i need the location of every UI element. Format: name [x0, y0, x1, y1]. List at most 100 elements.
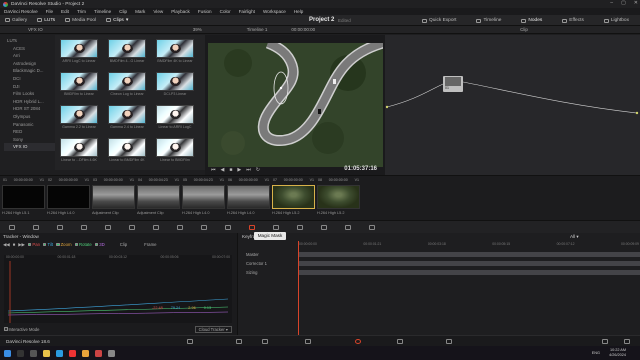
menu-item[interactable]: View [153, 9, 163, 14]
magic-mask-icon[interactable] [273, 224, 279, 230]
cut-page-icon[interactable] [236, 339, 242, 344]
lut-still[interactable]: Linear to ARRI LogC [156, 105, 194, 132]
timeline-clip[interactable]: 01 00:00:00:00 V1 H.264 High L5.1 [2, 178, 45, 219]
lut-folder-item[interactable]: HDR Hybrid L... [4, 98, 55, 106]
lut-folder-item[interactable]: RED [4, 128, 55, 136]
color-wheels-icon[interactable] [57, 224, 63, 230]
blur-icon[interactable] [297, 224, 303, 230]
lut-still[interactable]: BMDFilm 4K to Linear [156, 39, 194, 66]
edit-page-icon[interactable] [262, 339, 268, 344]
task-view-icon[interactable] [30, 349, 37, 357]
menu-item[interactable]: Workspace [263, 9, 286, 14]
skip-to-start-icon[interactable]: ⏮ [211, 167, 216, 173]
pan-checkbox[interactable]: Pan [27, 242, 40, 247]
timeline-clip[interactable]: 07 00:00:00:00 V1 H.264 High L5.2 [272, 178, 315, 219]
timeline-clip[interactable]: 08 00:00:00:00 V1 H.264 High L5.2 [317, 178, 360, 219]
menu-item[interactable]: File [46, 9, 53, 14]
tilt-checkbox[interactable]: Tilt [42, 242, 53, 247]
node-mode-select[interactable]: Clip [520, 27, 528, 32]
track-forward-icon[interactable]: ▶▶ [18, 242, 25, 248]
timeline-clip[interactable]: 04 00:00:04:23 V1 Adjustment Clip [137, 178, 180, 219]
lut-still[interactable]: BMDFilm 4...G Linear [108, 39, 146, 66]
corrector-node-1[interactable]: 01 [443, 76, 463, 92]
lut-still[interactable]: Linear to BMDFilm [156, 138, 194, 165]
fairlight-page-icon[interactable] [397, 339, 403, 344]
lut-folder-item[interactable]: DCI [4, 75, 55, 83]
camera-raw-icon[interactable] [9, 224, 15, 230]
menu-item[interactable]: DaVinci Resolve [4, 9, 38, 14]
menu-item[interactable]: Clip [119, 9, 127, 14]
edge-icon[interactable] [56, 349, 63, 357]
tracker-icon[interactable] [249, 224, 255, 230]
nodes-button[interactable]: Nodes [516, 18, 547, 23]
menu-item[interactable]: Trim [77, 9, 86, 14]
stop-icon[interactable]: ■ [229, 167, 232, 173]
timeline-button[interactable]: Timeline [471, 18, 506, 23]
skip-to-end-icon[interactable]: ⏭ [246, 167, 251, 173]
menu-item[interactable]: Fairlight [239, 9, 255, 14]
media-page-icon[interactable] [187, 339, 193, 344]
menu-item[interactable]: Help [294, 9, 303, 14]
menu-item[interactable]: Playback [171, 9, 190, 14]
hdr-icon[interactable] [81, 224, 87, 230]
play-reverse-icon[interactable]: ◀ [221, 167, 225, 173]
timeline-clip[interactable]: 05 00:00:04:23 V1 H.264 High L4.0 [182, 178, 225, 219]
timeline-clip[interactable]: 03 00:00:00:00 V1 Adjustment Clip [92, 178, 135, 219]
color-warper-icon[interactable] [177, 224, 183, 230]
sizing-icon[interactable] [345, 224, 351, 230]
color-page-icon[interactable] [355, 339, 361, 344]
timeline-clip[interactable]: 02 00:00:00:00 V1 H.264 High L4.0 [47, 178, 90, 219]
lut-still[interactable]: Cineon Log to Linear [108, 72, 146, 99]
media-pool-button[interactable]: Media Pool [60, 18, 101, 23]
lightbox-button[interactable]: Lightbox [599, 18, 634, 23]
menu-item[interactable]: Edit [61, 9, 69, 14]
minimize-icon[interactable]: – [610, 0, 613, 6]
search-icon[interactable] [17, 349, 24, 357]
menu-item[interactable]: Mark [135, 9, 145, 14]
key-icon[interactable] [321, 224, 327, 230]
effects-button[interactable]: Effects [557, 18, 589, 23]
zoom-checkbox[interactable]: Zoom [56, 242, 72, 247]
cloud-tracker-select[interactable]: Cloud Tracker ▾ [194, 325, 232, 333]
deliver-page-icon[interactable] [446, 339, 452, 344]
keyframes-filter[interactable]: All ▾ [570, 234, 579, 240]
menu-item[interactable]: Color [220, 9, 231, 14]
lut-folder-item[interactable]: Astrodesign [4, 60, 55, 68]
window-icon[interactable] [225, 224, 231, 230]
chrome-icon[interactable] [82, 349, 89, 357]
motion-effects-icon[interactable] [129, 224, 135, 230]
track-stop-icon[interactable]: ■ [13, 242, 16, 247]
luts-button[interactable]: LUTs [32, 18, 60, 23]
menu-item[interactable]: Timeline [94, 9, 111, 14]
close-icon[interactable]: ✕ [634, 0, 638, 6]
track-backward-icon[interactable]: ◀◀ [3, 242, 10, 248]
tracker-graph[interactable]: 00:00:00:00 00:00:01:18 00:00:03:12 00:00:0… [4, 255, 232, 323]
gallery-button[interactable]: Gallery [0, 18, 32, 23]
lut-folder-item[interactable]: DJI [4, 83, 55, 91]
youtube-icon[interactable] [69, 349, 76, 357]
rgb-mixer-icon[interactable] [105, 224, 111, 230]
lut-folder-item[interactable]: Film Looks [4, 90, 55, 98]
lut-folder-item[interactable]: VFX IO [4, 143, 55, 151]
clips-button[interactable]: Clips ▾ [101, 18, 133, 23]
lut-folder-item[interactable]: HDR ST 2084 [4, 105, 55, 113]
file-explorer-icon[interactable] [43, 349, 50, 357]
rotate-checkbox[interactable]: Rotate [74, 242, 92, 247]
maximize-icon[interactable]: ▢ [621, 0, 626, 6]
quick-export-button[interactable]: Quick Export [417, 18, 461, 23]
home-icon[interactable] [602, 339, 608, 344]
menu-item[interactable]: Fusion [198, 9, 212, 14]
lut-still[interactable]: ARRI LogC to Linear [60, 39, 98, 66]
play-icon[interactable]: ▶ [237, 167, 241, 173]
timeline-clip[interactable]: 06 00:00:00:00 V1 H.264 High L4.0 [227, 178, 270, 219]
start-icon[interactable] [4, 349, 11, 357]
qualifier-icon[interactable] [201, 224, 207, 230]
lut-folder-item[interactable]: LUTs [4, 37, 55, 45]
tracker-mode-frame[interactable]: Frame [144, 242, 156, 247]
lut-folder-item[interactable]: Panasonic [4, 121, 55, 129]
3d-checkbox[interactable]: 3D [94, 242, 105, 247]
lut-folder-item[interactable]: Sony [4, 136, 55, 144]
lut-still[interactable]: BMDFilm to Linear [60, 72, 98, 99]
lut-still[interactable]: DCI-P3 Linear [156, 72, 194, 99]
app-icon[interactable] [95, 349, 102, 357]
